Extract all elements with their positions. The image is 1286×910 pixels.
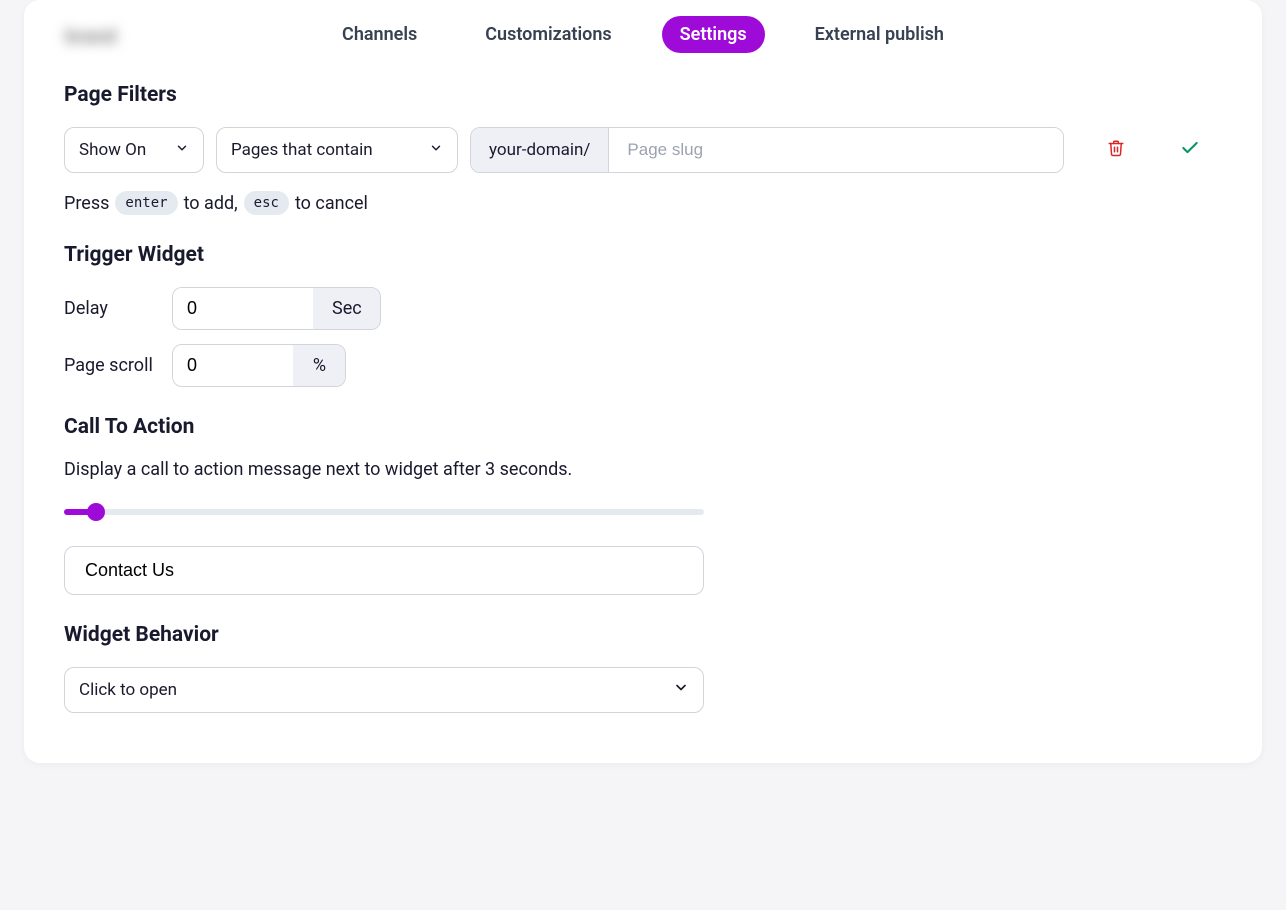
widget-behavior-title: Widget Behavior [64,623,1222,647]
trigger-widget-title: Trigger Widget [64,243,1222,267]
cta-message-input[interactable] [64,546,704,595]
page-scroll-input-group: % [172,344,346,387]
tabs: Channels Customizations Settings Externa… [64,0,1222,83]
page-scroll-row: Page scroll % [64,344,1222,387]
cta-slider[interactable] [64,502,704,522]
tab-channels[interactable]: Channels [324,16,435,53]
domain-prefix: your-domain/ [471,128,609,172]
hint-text: to add, [184,193,238,214]
page-filters-hint: Press enter to add, esc to cancel [64,191,1222,215]
tab-customizations[interactable]: Customizations [467,16,629,53]
page-scroll-input[interactable] [173,345,293,386]
show-on-value: Show On [79,140,146,160]
enter-key: enter [115,191,177,215]
slider-thumb[interactable] [87,503,105,521]
chevron-down-icon [175,140,189,160]
delay-label: Delay [64,298,172,319]
delay-unit: Sec [313,288,380,329]
check-icon [1180,138,1200,162]
slider-track [64,509,704,515]
page-scroll-unit: % [293,345,345,386]
trash-icon [1107,139,1125,161]
esc-key: esc [244,191,289,215]
condition-value: Pages that contain [231,140,373,160]
tab-settings[interactable]: Settings [662,16,765,53]
page-slug-input[interactable] [609,128,1063,172]
delay-input-group: Sec [172,287,381,330]
show-on-select[interactable]: Show On [64,127,204,173]
page-scroll-label: Page scroll [64,355,172,376]
delete-button[interactable] [1100,134,1132,166]
tab-external-publish[interactable]: External publish [797,16,962,53]
chevron-down-icon [429,140,443,160]
widget-behavior-select[interactable]: Click to open [64,667,704,713]
cta-title: Call To Action [64,415,1222,439]
delay-row: Delay Sec [64,287,1222,330]
brand-logo: brand [65,24,185,60]
page-filters-row: Show On Pages that contain your-domain/ [64,127,1222,173]
page-filters-title: Page Filters [64,83,1222,107]
confirm-button[interactable] [1174,134,1206,166]
domain-input-group: your-domain/ [470,127,1064,173]
widget-behavior-value: Click to open [79,680,177,700]
hint-text: Press [64,193,109,214]
chevron-down-icon [673,680,689,701]
delay-input[interactable] [173,288,313,329]
cta-description: Display a call to action message next to… [64,459,1222,480]
hint-text: to cancel [295,193,368,214]
condition-select[interactable]: Pages that contain [216,127,458,173]
